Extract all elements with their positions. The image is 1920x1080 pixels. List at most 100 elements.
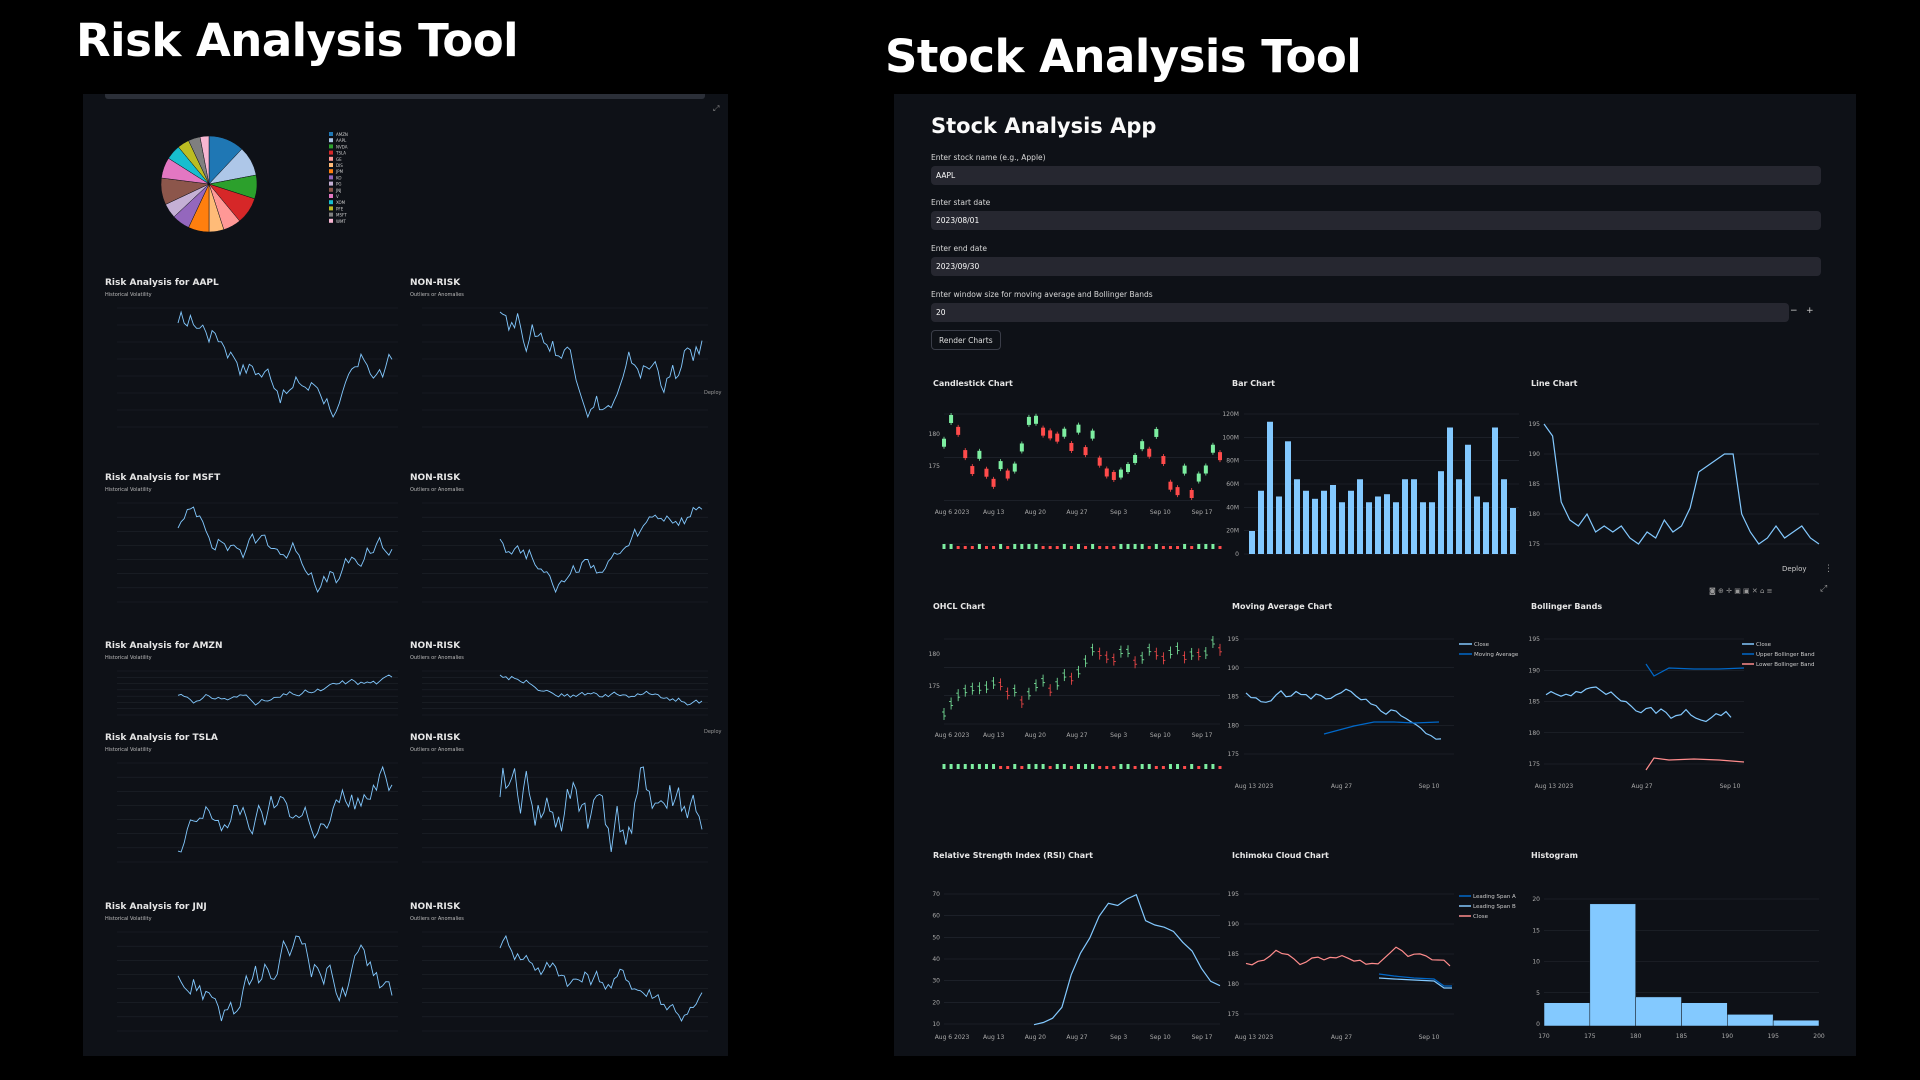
x-tick-label: 170 xyxy=(1538,1033,1550,1040)
mini-candle xyxy=(1154,544,1158,549)
mini-candle xyxy=(942,544,946,549)
mini-candle xyxy=(999,766,1003,769)
x-tick-label: Sep 10 xyxy=(1720,783,1741,790)
y-tick-label: 175 xyxy=(1529,541,1541,548)
x-tick-label: Aug 27 xyxy=(1631,783,1652,790)
mini-candle xyxy=(992,764,996,769)
legend-swatch xyxy=(329,175,333,180)
candle-body xyxy=(1218,452,1222,461)
risk-title: Risk Analysis for AMZN xyxy=(105,641,223,651)
deploy-button[interactable]: Deploy xyxy=(704,729,722,735)
mini-candle xyxy=(1098,766,1102,769)
series-line xyxy=(177,310,393,419)
y-tick-label: 195 xyxy=(1228,891,1240,898)
risk-analysis-screenshot: ⤢ AMZN AAPL NVDA TSLA GE DIS JPM KO PG JNJ V XOM PFE… xyxy=(83,94,728,1056)
bar xyxy=(1384,494,1390,554)
x-tick-label: Sep 10 xyxy=(1419,1034,1440,1041)
bar xyxy=(1303,490,1309,554)
y-tick-label: 40 xyxy=(932,956,940,963)
bar xyxy=(1276,496,1282,554)
candle-body xyxy=(1140,441,1145,450)
mini-candle xyxy=(1034,544,1038,549)
candle-body xyxy=(998,461,1003,470)
legend-label: V xyxy=(336,194,339,199)
deploy-button[interactable]: Deploy xyxy=(704,390,722,396)
bb-close-line xyxy=(1545,686,1732,723)
legend-swatch xyxy=(329,187,333,192)
legend-swatch xyxy=(329,169,333,174)
x-tick-label: Aug 27 xyxy=(1331,783,1352,790)
mini-candle xyxy=(949,544,953,549)
y-tick-label: 15 xyxy=(1532,927,1540,934)
candle-body xyxy=(1154,428,1159,437)
hist-bar xyxy=(1772,1019,1820,1027)
mini-candle xyxy=(999,544,1003,549)
candle-body xyxy=(1189,490,1194,498)
mini-candle xyxy=(1041,764,1045,769)
candle-body xyxy=(1062,428,1067,437)
non-risk-title: NON-RISK xyxy=(410,278,461,288)
y-tick-label: 190 xyxy=(1228,665,1240,672)
y-tick-label: 0 xyxy=(1235,551,1239,558)
x-tick-label: Sep 10 xyxy=(1150,1034,1171,1041)
y-tick-label: 180 xyxy=(929,431,941,438)
legend-swatch xyxy=(329,181,333,186)
mini-candle xyxy=(1147,764,1151,769)
candle-body xyxy=(942,438,946,447)
x-tick-label: 180 xyxy=(1630,1033,1642,1040)
x-tick-label: 175 xyxy=(1584,1033,1596,1040)
x-tick-label: 200 xyxy=(1813,1033,1825,1040)
legend-label: JNJ xyxy=(335,188,341,193)
mini-candle xyxy=(1168,764,1172,769)
scrollbar-horizontal[interactable] xyxy=(105,94,705,99)
candle-body xyxy=(949,415,954,423)
legend-label: KO xyxy=(336,175,342,180)
y-tick-label: 185 xyxy=(1529,699,1541,706)
mini-candle xyxy=(1105,546,1109,549)
x-tick-label: Aug 13 xyxy=(983,509,1004,516)
candle-body xyxy=(1111,471,1116,480)
portfolio-pie-chart: AMZNAAPLNVDA TSLAGEDISJPMKO PGJNJVXOMPFE MS… xyxy=(161,132,348,233)
legend-label: Moving Average xyxy=(1474,652,1519,658)
bar xyxy=(1429,502,1435,554)
y-tick-label: 190 xyxy=(1228,921,1240,928)
mini-candle xyxy=(956,546,960,549)
stock-app-screenshot: Stock Analysis App Enter stock name (e.g… xyxy=(894,94,1856,1056)
candle-body xyxy=(1168,481,1173,490)
legend-label: Close xyxy=(1474,642,1490,648)
y-tick-label: 180 xyxy=(1529,730,1541,737)
mini-candle xyxy=(1183,766,1187,769)
mini-candle xyxy=(1211,544,1215,549)
mini-candle xyxy=(1055,764,1059,769)
bar xyxy=(1438,471,1444,554)
mini-candle xyxy=(1183,544,1187,549)
y-tick-label: 60M xyxy=(1226,481,1239,488)
candle-body xyxy=(1161,456,1166,465)
mini-candle xyxy=(1006,766,1010,769)
fullscreen-icon[interactable]: ⤢ xyxy=(713,104,719,114)
candle-body xyxy=(956,426,961,435)
mini-candle xyxy=(963,546,967,549)
stock-tool-title: Stock Analysis Tool xyxy=(885,30,1362,83)
risk-line-chart xyxy=(117,762,708,863)
bar xyxy=(1483,502,1489,554)
mini-candle xyxy=(1190,764,1194,769)
x-tick-label: Aug 6 2023 xyxy=(935,1034,970,1041)
y-tick-label: 0 xyxy=(1536,1021,1540,1028)
mini-candle xyxy=(1084,764,1088,769)
hist-bar xyxy=(1543,1002,1591,1027)
legend-swatch xyxy=(329,206,333,211)
legend-label: MSFT xyxy=(336,213,347,218)
legend-label: XOM xyxy=(336,200,346,205)
mini-candle xyxy=(1161,546,1165,549)
y-tick-label: 190 xyxy=(1529,451,1541,458)
x-tick-label: Aug 27 xyxy=(1066,1034,1087,1041)
x-tick-label: Aug 20 xyxy=(1025,509,1046,516)
mini-candle xyxy=(1218,546,1222,549)
bar xyxy=(1321,490,1327,554)
bar xyxy=(1510,508,1516,554)
mini-candle xyxy=(1204,544,1208,549)
risk-line-chart xyxy=(117,307,708,428)
mini-candle xyxy=(1176,764,1180,769)
y-tick-label: 195 xyxy=(1529,636,1541,643)
